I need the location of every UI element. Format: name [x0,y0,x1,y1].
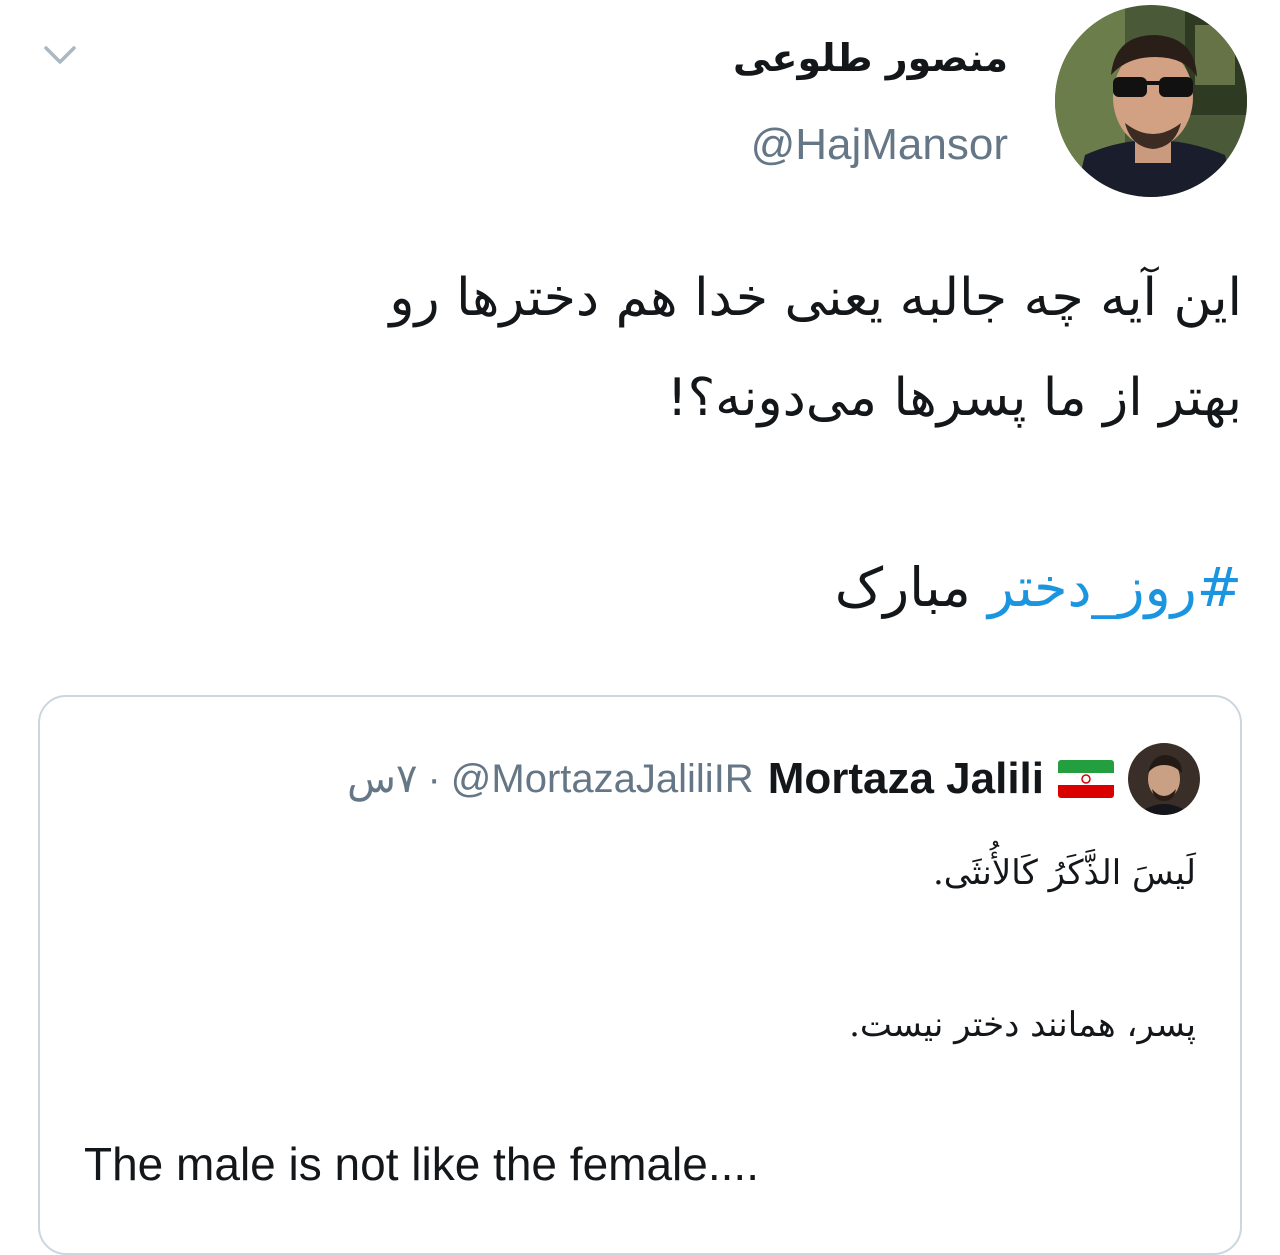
author-display-name[interactable]: منصور طلوعی [733,36,1008,80]
quoted-author-handle[interactable]: @MortazaJaliliIR [451,757,754,802]
quoted-tweet-header: Mortaza Jalili @MortazaJaliliIR · ۷س [347,741,1200,817]
quoted-tweet-time[interactable]: ۷س [347,756,417,802]
quoted-text-persian: پسر، همانند دختر نیست. [849,1005,1196,1045]
author-avatar[interactable] [1055,5,1247,197]
hashtag-line: #روز_دختر مبارک [835,556,1242,619]
quoted-tweet-card[interactable]: Mortaza Jalili @MortazaJaliliIR · ۷س لَي… [38,695,1242,1255]
header-separator: · [427,756,441,801]
quoted-text-english: The male is not like the female.... [84,1138,759,1190]
quoted-author-avatar[interactable] [1128,743,1200,815]
quoted-text-arabic: لَيسَ الذَّكَرُ كَالأُنثَى. [933,853,1196,893]
quoted-author-name[interactable]: Mortaza Jalili [768,754,1044,804]
tweet-text-line-1: این آیه چه جالبه یعنی خدا هم دخترها رو [389,268,1242,328]
hashtag-link[interactable]: #روز_دختر [988,556,1242,619]
tweet-text-line-2: بهتر از ما پسرها می‌دونه؟! [666,368,1242,428]
author-handle[interactable]: @HajMansor [751,120,1008,170]
tweet-text: این آیه چه جالبه یعنی خدا هم دخترها رو ب… [92,248,1242,448]
hashtag-suffix: مبارک [834,556,971,619]
tweet-menu-chevron-down-icon[interactable] [40,38,80,70]
iran-flag-icon [1058,760,1114,798]
